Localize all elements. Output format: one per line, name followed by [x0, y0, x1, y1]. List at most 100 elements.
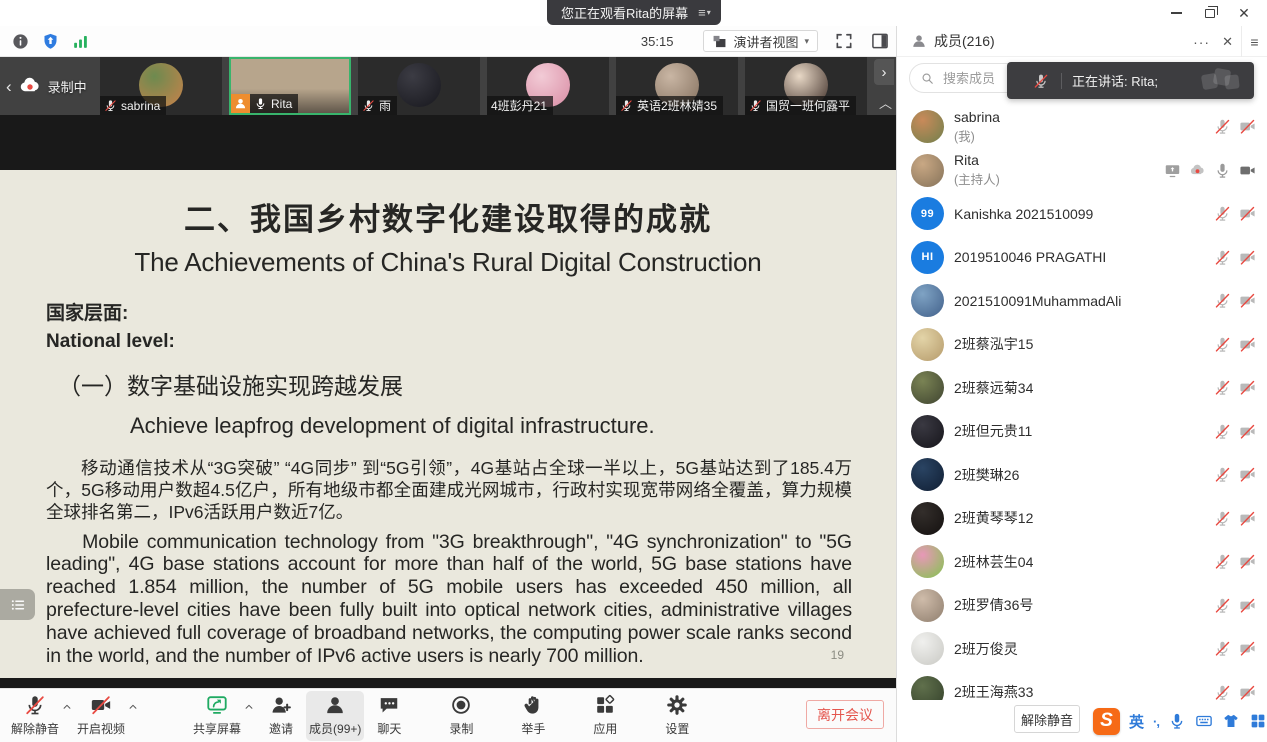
ime-keyboard-icon[interactable]: [1195, 712, 1213, 730]
sogou-logo-icon[interactable]: S: [1093, 708, 1120, 735]
member-row[interactable]: 2班蔡泓宇15: [897, 323, 1267, 367]
cam-muted-icon[interactable]: [1239, 510, 1256, 527]
member-row[interactable]: sabrina(我): [897, 105, 1267, 149]
cam-muted-icon[interactable]: [1239, 336, 1256, 353]
cam-muted-icon[interactable]: [1239, 423, 1256, 440]
member-row[interactable]: 2班蔡远菊34: [897, 366, 1267, 410]
mic-muted-icon[interactable]: [1214, 292, 1231, 309]
mic-muted-icon[interactable]: [1214, 640, 1231, 657]
ime-voice-icon[interactable]: [1168, 712, 1186, 730]
strip-next-button[interactable]: ›: [874, 59, 894, 85]
leave-meeting-button[interactable]: 离开会议: [806, 700, 884, 729]
video-tile-雨[interactable]: 雨: [358, 57, 480, 115]
cam-muted-icon[interactable]: [1239, 379, 1256, 396]
cam-muted-icon[interactable]: [1239, 466, 1256, 483]
cloud-recording-icon[interactable]: [1189, 162, 1206, 179]
view-mode-dropdown[interactable]: 演讲者视图 ▾: [703, 30, 818, 52]
mic-muted-icon[interactable]: [1214, 205, 1231, 222]
member-row[interactable]: 2班但元贵11: [897, 410, 1267, 454]
ime-punctuation-toggle[interactable]: ·,: [1153, 714, 1159, 729]
toolbar-item-label: 聊天: [377, 720, 401, 737]
toolbar-item-video[interactable]: 开启视频: [74, 691, 128, 741]
video-tile-国贸一班何露平[interactable]: 国贸一班何露平: [745, 57, 867, 115]
chevron-up-icon[interactable]: [242, 702, 256, 712]
network-signal-icon[interactable]: [71, 32, 90, 51]
toolbar-item-members[interactable]: 成员(99+): [306, 691, 364, 741]
member-row[interactable]: Rita(主持人): [897, 149, 1267, 193]
strip-collapse-icon[interactable]: ︿: [879, 93, 892, 112]
cam-muted-icon[interactable]: [1239, 597, 1256, 614]
member-row[interactable]: 99Kanishka 2021510099: [897, 192, 1267, 236]
mic-muted-icon[interactable]: [1214, 118, 1231, 135]
video-tile-Rita[interactable]: Rita: [229, 57, 351, 115]
member-row[interactable]: 2班万俊灵: [897, 627, 1267, 671]
panel-menu-icon[interactable]: ≡: [1241, 26, 1267, 57]
ime-skin-icon[interactable]: [1222, 712, 1240, 730]
mic-muted-icon[interactable]: [1214, 423, 1231, 440]
side-panel-toggle-icon[interactable]: [870, 31, 890, 51]
video-tile-4班彭丹21[interactable]: 4班彭丹21: [487, 57, 609, 115]
member-status-icons: [1214, 423, 1256, 440]
ime-language-toggle[interactable]: 英: [1129, 711, 1144, 732]
toolbar-item-mic[interactable]: 解除静音: [8, 691, 62, 741]
member-row[interactable]: HI2019510046 PRAGATHI: [897, 236, 1267, 280]
mic-muted-icon[interactable]: [1214, 684, 1231, 700]
toolbar-item-apps[interactable]: 应用: [580, 691, 630, 741]
mic-muted-icon[interactable]: [1214, 510, 1231, 527]
chevron-up-icon[interactable]: [60, 702, 74, 712]
toolbar-item-hand[interactable]: 举手: [508, 691, 558, 741]
mic-muted-icon[interactable]: [1214, 553, 1231, 570]
toolbar-item-settings[interactable]: 设置: [652, 691, 702, 741]
member-status-icons: [1214, 292, 1256, 309]
panel-close-icon[interactable]: ✕: [1222, 34, 1233, 50]
cam-muted-icon[interactable]: [1239, 640, 1256, 657]
meeting-info-icon[interactable]: [11, 32, 30, 51]
video-tile-英语2班林婧35[interactable]: 英语2班林婧35: [616, 57, 738, 115]
close-button[interactable]: ✕: [1227, 0, 1261, 26]
minimize-button[interactable]: [1159, 0, 1193, 26]
panel-unmute-button[interactable]: 解除静音: [1014, 705, 1080, 733]
strip-prev-icon[interactable]: ‹: [6, 78, 12, 95]
slide-point-en: Achieve leapfrog development of digital …: [130, 413, 852, 439]
apps-icon: [594, 694, 616, 716]
video-tile-sabrina[interactable]: sabrina: [100, 57, 222, 115]
screen-share-icon[interactable]: [1164, 162, 1181, 179]
restore-button[interactable]: [1193, 0, 1227, 26]
member-row[interactable]: 2班林芸生04: [897, 540, 1267, 584]
member-row[interactable]: 2班樊琳26: [897, 453, 1267, 497]
toolbar-item-invite[interactable]: 邀请: [256, 691, 306, 741]
toolbar-item-record[interactable]: 录制: [436, 691, 486, 741]
mic-muted-icon[interactable]: [1214, 597, 1231, 614]
banner-menu-icon[interactable]: ≡▾: [698, 5, 711, 20]
mic-on-icon[interactable]: [1214, 162, 1231, 179]
mic-muted-icon[interactable]: [1214, 379, 1231, 396]
member-row[interactable]: 2班罗倩36号: [897, 584, 1267, 628]
toolbar-item-label: 解除静音: [11, 720, 59, 737]
tile-label: 国贸一班何露平: [745, 96, 856, 115]
slide-outline-tab[interactable]: [0, 589, 35, 620]
muted-mic-icon: [104, 99, 117, 112]
toolbar-item-share[interactable]: 共享屏幕: [190, 691, 244, 741]
fullscreen-icon[interactable]: [834, 31, 854, 51]
cam-muted-icon[interactable]: [1239, 553, 1256, 570]
member-list[interactable]: sabrina(我) Rita(主持人) 99Kanishka 20215100…: [897, 105, 1267, 700]
cam-muted-icon[interactable]: [1239, 249, 1256, 266]
share-screen-icon: [206, 694, 228, 716]
member-row[interactable]: 2班王海燕33: [897, 671, 1267, 701]
cam-muted-icon[interactable]: [1239, 118, 1256, 135]
tile-label: 4班彭丹21: [487, 96, 553, 115]
security-shield-icon[interactable]: [41, 32, 60, 51]
mic-muted-icon[interactable]: [1214, 249, 1231, 266]
cam-on-icon[interactable]: [1239, 162, 1256, 179]
mic-muted-icon[interactable]: [1214, 336, 1231, 353]
cam-muted-icon[interactable]: [1239, 292, 1256, 309]
ime-toolbox-icon[interactable]: [1249, 712, 1267, 730]
cam-muted-icon[interactable]: [1239, 205, 1256, 222]
mic-muted-icon[interactable]: [1214, 466, 1231, 483]
toolbar-item-chat[interactable]: 聊天: [364, 691, 414, 741]
member-row[interactable]: 2021510091MuhammadAli: [897, 279, 1267, 323]
member-row[interactable]: 2班黄琴琴12: [897, 497, 1267, 541]
cam-muted-icon[interactable]: [1239, 684, 1256, 700]
panel-more-icon[interactable]: ···: [1193, 34, 1210, 50]
chevron-up-icon[interactable]: [126, 702, 140, 712]
